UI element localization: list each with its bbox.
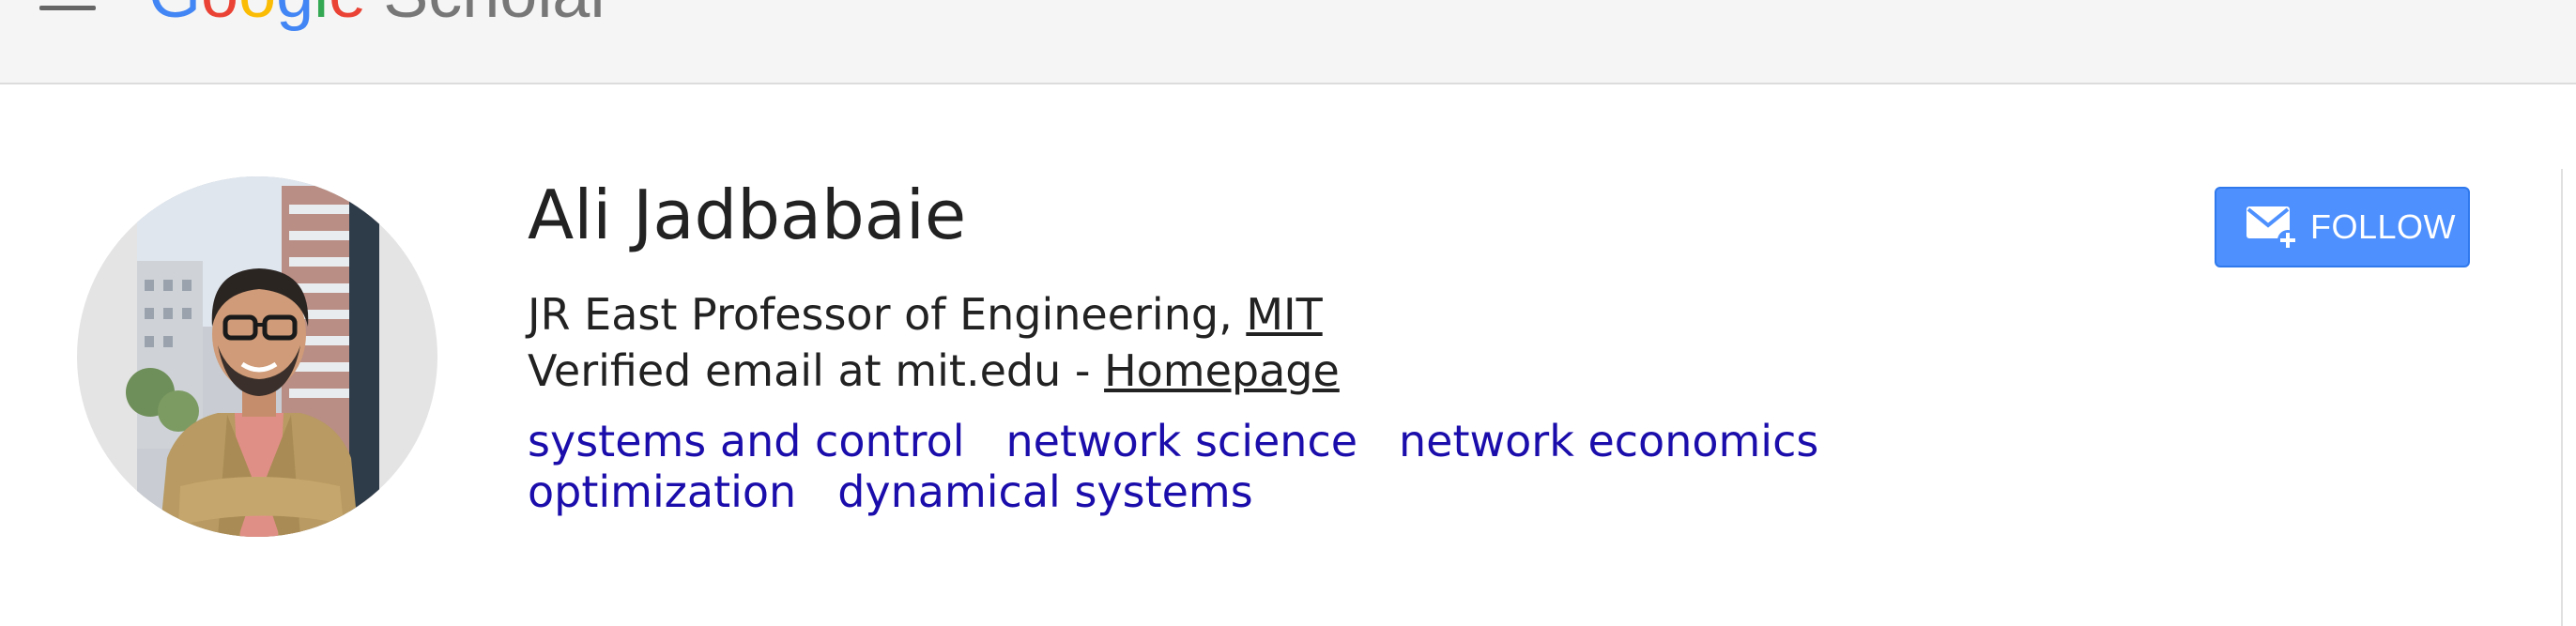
profile-name: Ali Jadbabaie [528, 176, 967, 254]
verified-email-text: Verified email at mit.edu - [528, 345, 1105, 396]
interest-link[interactable]: network economics [1399, 416, 1818, 466]
affiliation-text: JR East Professor of Engineering, [528, 289, 1247, 340]
homepage-link[interactable]: Homepage [1104, 345, 1340, 396]
affiliation-link[interactable]: MIT [1246, 289, 1322, 340]
follow-button[interactable]: FOLLOW [2215, 187, 2470, 267]
profile-affiliation: JR East Professor of Engineering, MIT [528, 289, 1323, 341]
google-scholar-logo[interactable]: GoogleScholar [148, 0, 612, 28]
verified-email-line: Verified email at mit.edu - Homepage [528, 345, 1340, 397]
profile-photo [77, 176, 437, 537]
interest-link[interactable]: systems and control [528, 416, 965, 466]
interest-link[interactable]: optimization [528, 466, 796, 517]
top-bar: GoogleScholar [0, 0, 2576, 84]
menu-icon[interactable] [39, 0, 96, 11]
follow-label: FOLLOW [2310, 207, 2457, 246]
mail-plus-icon [2246, 206, 2298, 251]
interest-link[interactable]: dynamical systems [837, 466, 1253, 517]
interest-link[interactable]: network science [1006, 416, 1358, 466]
divider [2561, 169, 2563, 626]
research-interests: systems and control network science networ… [528, 416, 2124, 517]
